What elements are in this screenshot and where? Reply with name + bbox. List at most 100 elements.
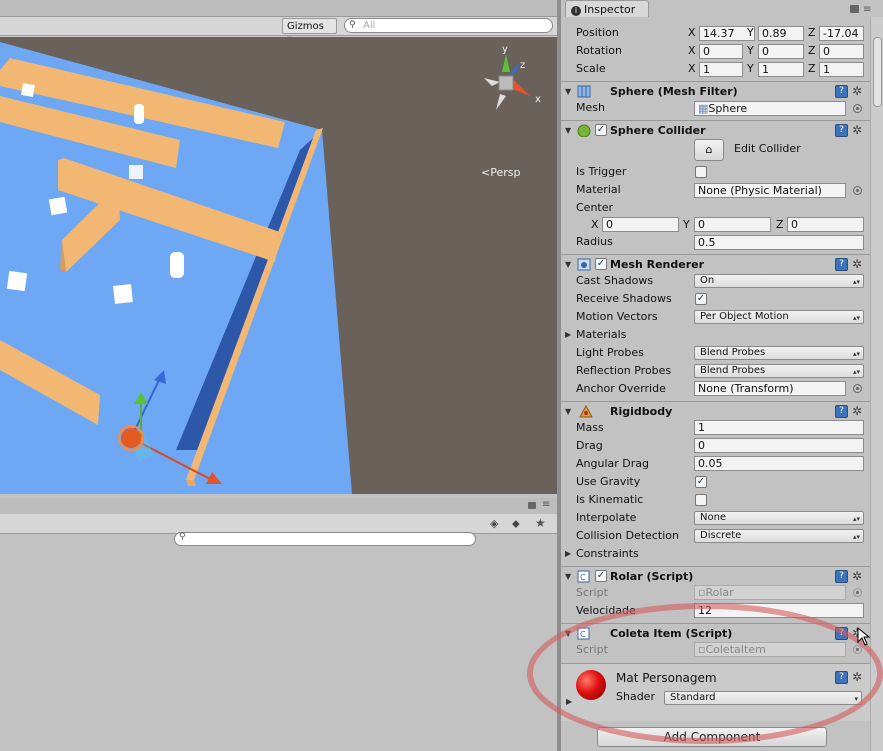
drag-field[interactable]: 0 (694, 438, 864, 453)
foldout-arrow-icon[interactable]: ▼ (565, 407, 571, 416)
scene-viewport[interactable]: y z x <Persp (0, 37, 557, 494)
help-icon[interactable]: ? (835, 258, 848, 271)
object-picker-icon[interactable] (853, 104, 862, 113)
favorites-star-icon[interactable]: ★ (535, 516, 546, 530)
foldout-arrow-icon[interactable]: ▶ (565, 549, 571, 558)
velocidade-field[interactable]: 12 (694, 603, 864, 618)
motion-vectors-dropdown[interactable]: Per Object Motion ▴▾ (694, 310, 864, 324)
object-picker-icon[interactable] (853, 384, 862, 393)
scene-render: y z x (0, 42, 541, 494)
reflection-probes-dropdown[interactable]: Blend Probes ▴▾ (694, 364, 864, 378)
position-label: Position (576, 26, 619, 39)
center-x-field[interactable]: 0 (602, 217, 679, 232)
object-picker-icon[interactable] (853, 186, 862, 195)
sphere-collider-header[interactable]: ▼ ✓ Sphere Collider ? ✲ (561, 120, 871, 140)
panel-menu-icon[interactable]: ≡ (542, 499, 550, 510)
rotation-z-field[interactable]: 0 (819, 44, 864, 59)
collision-detection-dropdown[interactable]: Discrete ▴▾ (694, 529, 864, 543)
is-kinematic-checkbox[interactable] (695, 494, 707, 506)
rolar-script-header[interactable]: ▼ C ✓ Rolar (Script) ? ✲ (561, 566, 871, 586)
filter-label-icon[interactable]: ⬥ (512, 517, 520, 531)
receive-shadows-checkbox[interactable]: ✓ (695, 293, 707, 305)
help-icon[interactable]: ? (835, 570, 848, 583)
foldout-arrow-icon[interactable]: ▼ (565, 629, 571, 638)
use-gravity-checkbox[interactable]: ✓ (695, 476, 707, 488)
shader-dropdown[interactable]: Standard ▾ (664, 691, 862, 705)
filter-type-icon[interactable]: ◈ (490, 517, 498, 530)
axis-x-label: X (688, 26, 696, 39)
rotation-y-field[interactable]: 0 (758, 44, 804, 59)
enabled-checkbox[interactable]: ✓ (595, 124, 607, 136)
scale-z-field[interactable]: 1 (819, 62, 864, 77)
physic-material-field[interactable]: None (Physic Material) (694, 183, 846, 198)
is-trigger-checkbox[interactable] (695, 166, 707, 178)
scale-y-field[interactable]: 1 (758, 62, 804, 77)
shader-label: Shader (616, 690, 655, 703)
help-icon[interactable]: ? (835, 85, 848, 98)
foldout-arrow-icon[interactable]: ▶ (566, 697, 572, 706)
interpolate-dropdown[interactable]: None ▴▾ (694, 511, 864, 525)
anchor-override-field[interactable]: None (Transform) (694, 381, 846, 396)
foldout-arrow-icon[interactable]: ▼ (565, 126, 571, 135)
constraints-label[interactable]: Constraints (576, 545, 639, 563)
center-y-field[interactable]: 0 (694, 217, 771, 232)
mesh-field[interactable]: ▦Sphere (694, 101, 846, 116)
mesh-renderer-header[interactable]: ▼ ✓ Mesh Renderer ? ✲ (561, 254, 871, 274)
center-z-field[interactable]: 0 (787, 217, 864, 232)
panel-menu-icon[interactable]: ≡ (863, 4, 871, 15)
tab-inspector[interactable]: i Inspector (565, 0, 649, 17)
help-icon[interactable]: ? (835, 671, 848, 684)
scene-search-input[interactable]: ⚲ All (344, 18, 553, 33)
pickup-cylinder (134, 104, 144, 124)
angular-drag-label: Angular Drag (576, 457, 649, 470)
mass-field[interactable]: 1 (694, 420, 864, 435)
rotation-x-field[interactable]: 0 (699, 44, 743, 59)
scene-view[interactable]: Gizmos ▾ ⚲ All (0, 0, 557, 494)
gear-icon[interactable]: ✲ (852, 569, 862, 583)
foldout-arrow-icon[interactable]: ▶ (565, 330, 571, 339)
is-trigger-label: Is Trigger (576, 165, 627, 178)
scrollbar-thumb[interactable] (873, 37, 882, 107)
light-probes-dropdown[interactable]: Blend Probes ▴▾ (694, 346, 864, 360)
project-search-input[interactable]: ⚲ (174, 532, 476, 546)
scale-x-field[interactable]: 1 (699, 62, 743, 77)
chevron-updown-icon: ▴▾ (852, 314, 860, 322)
mesh-filter-header[interactable]: ▼ Sphere (Mesh Filter) ? ✲ (561, 81, 871, 101)
foldout-arrow-icon[interactable]: ▼ (565, 260, 571, 269)
gear-icon[interactable]: ✲ (852, 123, 862, 137)
add-component-button[interactable]: Add Component (597, 727, 827, 747)
lock-icon[interactable] (850, 5, 859, 13)
material-name: Mat Personagem (616, 671, 717, 685)
cast-shadows-dropdown[interactable]: On ▴▾ (694, 274, 864, 288)
pickup-cylinder (170, 252, 184, 278)
gear-icon[interactable]: ✲ (852, 257, 862, 271)
materials-label[interactable]: Materials (576, 326, 626, 344)
foldout-arrow-icon[interactable]: ▼ (565, 572, 571, 581)
persp-label[interactable]: <Persp (481, 166, 520, 179)
gear-icon[interactable]: ✲ (852, 670, 862, 684)
enabled-checkbox[interactable]: ✓ (595, 570, 607, 582)
angular-drag-field[interactable]: 0.05 (694, 456, 864, 471)
mesh-renderer-icon (577, 258, 591, 271)
gear-icon[interactable]: ✲ (852, 404, 862, 418)
foldout-arrow-icon[interactable]: ▼ (565, 87, 571, 96)
gizmos-dropdown[interactable]: Gizmos ▾ (282, 18, 337, 45)
script-icon: C (577, 570, 591, 583)
gear-icon[interactable]: ✲ (852, 84, 862, 98)
position-y-field[interactable]: 0.89 (758, 26, 804, 41)
edit-collider-button[interactable]: ⌂ (694, 139, 724, 161)
component-title: Mesh Renderer (610, 258, 705, 271)
pickup-cube (6, 270, 28, 292)
help-icon[interactable]: ? (835, 124, 848, 137)
help-icon[interactable]: ? (835, 405, 848, 418)
shader-value: Standard (670, 692, 716, 703)
enabled-checkbox[interactable]: ✓ (595, 258, 607, 270)
radius-field[interactable]: 0.5 (694, 235, 864, 250)
rigidbody-header[interactable]: ▼ Rigidbody ? ✲ (561, 401, 871, 421)
position-z-field[interactable]: -17.04 (819, 26, 864, 41)
lock-icon[interactable] (528, 502, 536, 509)
help-icon[interactable]: ? (835, 627, 848, 640)
inspector-scrollbar[interactable] (870, 17, 883, 751)
mesh-value: Sphere (708, 102, 748, 115)
coleta-item-script-header[interactable]: ▼ C Coleta Item (Script) ? ✲ (561, 623, 871, 643)
